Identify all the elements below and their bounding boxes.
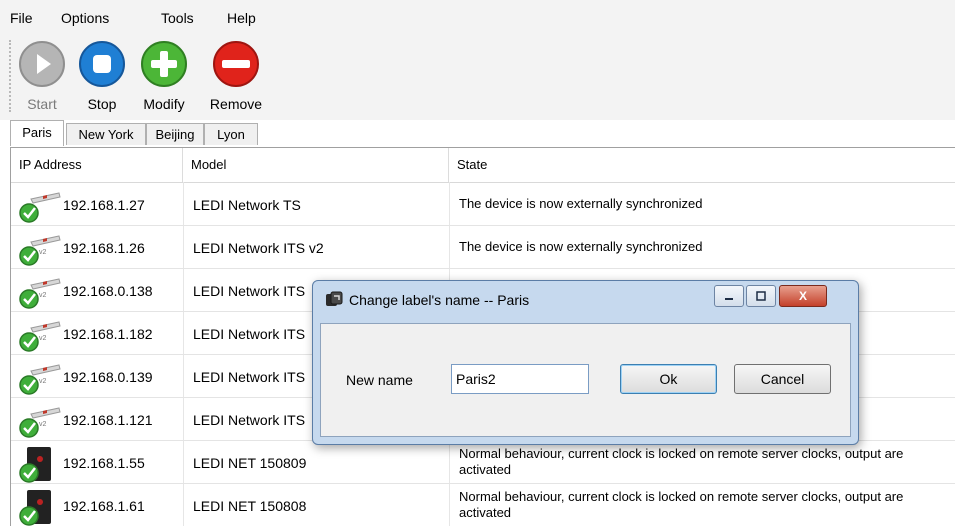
column-header-state[interactable]: State	[449, 148, 955, 182]
dialog-body: New name Ok Cancel	[320, 323, 851, 437]
svg-text:v2: v2	[39, 249, 47, 256]
stop-button[interactable]: Stop	[74, 40, 130, 116]
table-row[interactable]: 192.168.1.55 LEDI NET 150809 Normal behavi…	[11, 441, 955, 484]
table-row[interactable]: v2 192.168.1.26 LEDI Network ITS v2 The dev…	[11, 226, 955, 269]
remove-label: Remove	[209, 96, 263, 112]
cell-model: LEDI NET 150809	[193, 455, 307, 471]
ok-button[interactable]: Ok	[620, 364, 717, 394]
cell-ip-address: 192.168.1.27	[63, 197, 145, 213]
menu-tools[interactable]: Tools	[161, 10, 194, 26]
network-device-v2-ok-icon: v2	[17, 275, 61, 311]
svg-text:v2: v2	[39, 421, 47, 428]
dialog-titlebar[interactable]: Change label's name -- Paris X	[313, 281, 858, 319]
cell-model: LEDI Network ITS v2	[193, 240, 324, 256]
network-device-v2-ok-icon: v2	[17, 404, 61, 440]
cell-model: LEDI Network ITS	[193, 369, 306, 385]
minimize-icon	[725, 298, 733, 300]
cell-ip-address: 192.168.1.182	[63, 326, 153, 342]
dialog-title: Change label's name -- Paris	[349, 292, 530, 308]
minus-icon	[213, 41, 259, 87]
app-icon	[326, 291, 343, 306]
network-device-ok-icon	[17, 189, 61, 225]
stop-icon	[79, 41, 125, 87]
new-name-input[interactable]	[451, 364, 589, 394]
svg-text:v2: v2	[39, 378, 47, 385]
menu-bar: File Options Tools Help	[0, 0, 955, 34]
cell-model: LEDI NET 150808	[193, 498, 307, 514]
minimize-button[interactable]	[714, 285, 744, 307]
cell-state: The device is now externally synchronize…	[459, 196, 703, 211]
cell-state: Normal behaviour, current clock is locke…	[459, 446, 904, 477]
network-device-v2-ok-icon: v2	[17, 232, 61, 268]
cell-model: LEDI Network TS	[193, 197, 301, 213]
plus-icon	[141, 41, 187, 87]
start-button[interactable]: Start	[14, 40, 70, 116]
table-row[interactable]: 192.168.1.61 LEDI NET 150808 Normal behavi…	[11, 484, 955, 526]
cell-model: LEDI Network ITS	[193, 283, 306, 299]
cell-ip-address: 192.168.1.55	[63, 455, 145, 471]
cell-model: LEDI Network ITS	[193, 412, 306, 428]
maximize-button[interactable]	[746, 285, 776, 307]
cell-state: Normal behaviour, current clock is locke…	[459, 489, 904, 520]
menu-options[interactable]: Options	[61, 10, 109, 26]
remove-button[interactable]: Remove	[208, 40, 264, 116]
tab-paris[interactable]: Paris	[10, 120, 64, 146]
cell-ip-address: 192.168.0.139	[63, 369, 153, 385]
modify-button[interactable]: Modify	[136, 40, 192, 116]
clock-device-ok-icon	[17, 490, 61, 526]
menu-help[interactable]: Help	[227, 10, 256, 26]
cell-ip-address: 192.168.1.26	[63, 240, 145, 256]
maximize-icon	[756, 291, 766, 301]
tab-beijing[interactable]: Beijing	[146, 123, 204, 145]
menu-file[interactable]: File	[10, 10, 33, 26]
network-device-v2-ok-icon: v2	[17, 318, 61, 354]
table-row[interactable]: 192.168.1.27 LEDI Network TS The device is…	[11, 183, 955, 226]
cell-state: The device is now externally synchronize…	[459, 239, 703, 254]
column-header-model[interactable]: Model	[183, 148, 449, 182]
cell-ip-address: 192.168.0.138	[63, 283, 153, 299]
clock-device-ok-icon	[17, 447, 61, 483]
toolbar: Start Stop Modify Remove	[0, 34, 955, 120]
table-header: IP Address Model State	[11, 148, 955, 183]
modify-label: Modify	[143, 96, 185, 112]
cell-model: LEDI Network ITS	[193, 326, 306, 342]
tab-lyon[interactable]: Lyon	[204, 123, 258, 145]
close-icon: X	[798, 289, 807, 303]
cell-ip-address: 192.168.1.121	[63, 412, 153, 428]
cancel-button[interactable]: Cancel	[734, 364, 831, 394]
play-icon	[19, 41, 65, 87]
svg-text:v2: v2	[39, 335, 47, 342]
tab-new-york[interactable]: New York	[66, 123, 146, 145]
column-header-ip[interactable]: IP Address	[11, 148, 183, 182]
location-tabs: Paris New York Beijing Lyon	[0, 120, 955, 148]
close-button[interactable]: X	[779, 285, 827, 307]
start-label: Start	[27, 96, 57, 112]
cell-ip-address: 192.168.1.61	[63, 498, 145, 514]
network-device-v2-ok-icon: v2	[17, 361, 61, 397]
svg-text:v2: v2	[39, 292, 47, 299]
new-name-label: New name	[346, 372, 413, 388]
toolbar-grip[interactable]	[9, 40, 13, 112]
stop-label: Stop	[87, 96, 117, 112]
rename-dialog: Change label's name -- Paris X New name …	[312, 280, 859, 445]
